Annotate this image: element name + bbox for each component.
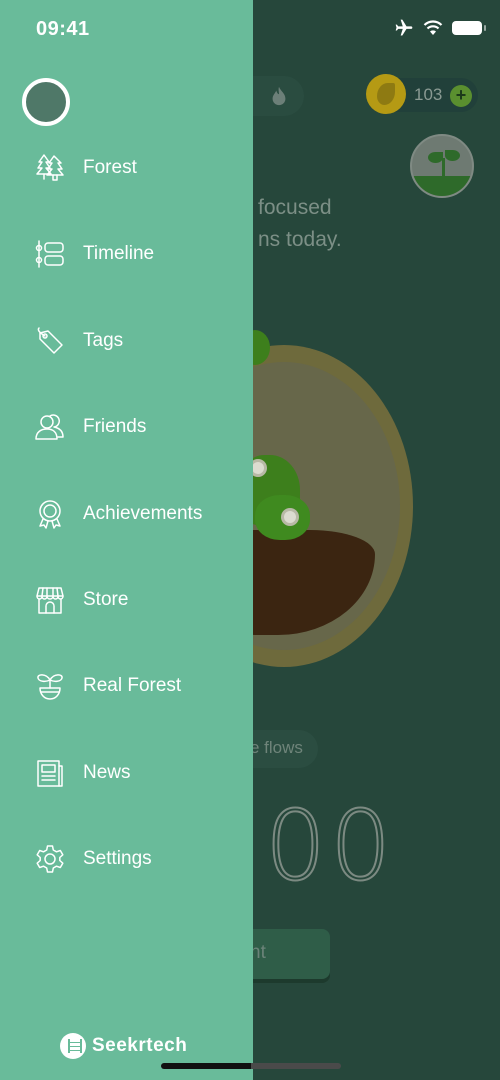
menu-item-store[interactable]: Store	[0, 570, 253, 630]
status-icons	[394, 18, 486, 38]
focus-headline: focused ns today.	[258, 196, 342, 251]
wifi-icon	[423, 20, 443, 35]
add-coins-button[interactable]: +	[450, 85, 472, 107]
sprout-icon	[34, 670, 66, 702]
menu-item-label: Settings	[83, 848, 152, 869]
achievement-icon	[34, 498, 66, 530]
timer-display: 00	[264, 789, 396, 903]
coin-icon	[366, 74, 406, 114]
menu-item-label: Real Forest	[83, 675, 182, 696]
side-drawer: 09:41 Forest Timeline Tags Friends Achie…	[0, 0, 253, 1080]
flows-label: e flows	[250, 738, 303, 757]
flower-icon	[284, 511, 296, 523]
menu-item-label: Forest	[83, 157, 137, 178]
menu-item-real-forest[interactable]: Real Forest	[0, 656, 253, 716]
status-time: 09:41	[36, 18, 90, 40]
menu-item-label: News	[83, 762, 131, 783]
coin-count: 103	[414, 85, 443, 104]
forest-icon	[34, 152, 66, 184]
seekrtech-logo-icon	[60, 1033, 86, 1059]
menu-item-label: Friends	[83, 416, 147, 437]
menu-item-label: Achievements	[83, 503, 203, 524]
menu-item-settings[interactable]: Settings	[0, 829, 253, 889]
menu-item-timeline[interactable]: Timeline	[0, 224, 253, 284]
menu-item-label: Store	[83, 589, 129, 610]
airplane-icon	[395, 19, 413, 36]
tag-icon	[34, 325, 66, 357]
menu-item-news[interactable]: News	[0, 743, 253, 803]
gear-icon	[34, 843, 66, 875]
profile-avatar[interactable]	[22, 78, 70, 126]
menu-item-label: Tags	[83, 330, 124, 351]
brand-footer: Seekrtech	[60, 1033, 187, 1059]
bush-illustration	[255, 495, 310, 540]
menu-item-achievements[interactable]: Achievements	[0, 484, 253, 544]
store-icon	[34, 584, 66, 616]
home-indicator[interactable]	[161, 1063, 341, 1069]
friends-icon	[34, 411, 66, 443]
timeline-icon	[34, 238, 66, 270]
flame-icon	[272, 86, 286, 106]
battery-icon	[452, 21, 486, 35]
flower-icon	[252, 462, 264, 474]
menu-item-label: Timeline	[83, 243, 155, 264]
menu-item-tags[interactable]: Tags	[0, 311, 253, 371]
news-icon	[34, 757, 66, 789]
plant-species-button[interactable]	[410, 134, 474, 198]
menu-item-forest[interactable]: Forest	[0, 138, 253, 198]
menu-item-friends[interactable]: Friends	[0, 397, 253, 457]
brand-name: Seekrtech	[92, 1035, 188, 1056]
